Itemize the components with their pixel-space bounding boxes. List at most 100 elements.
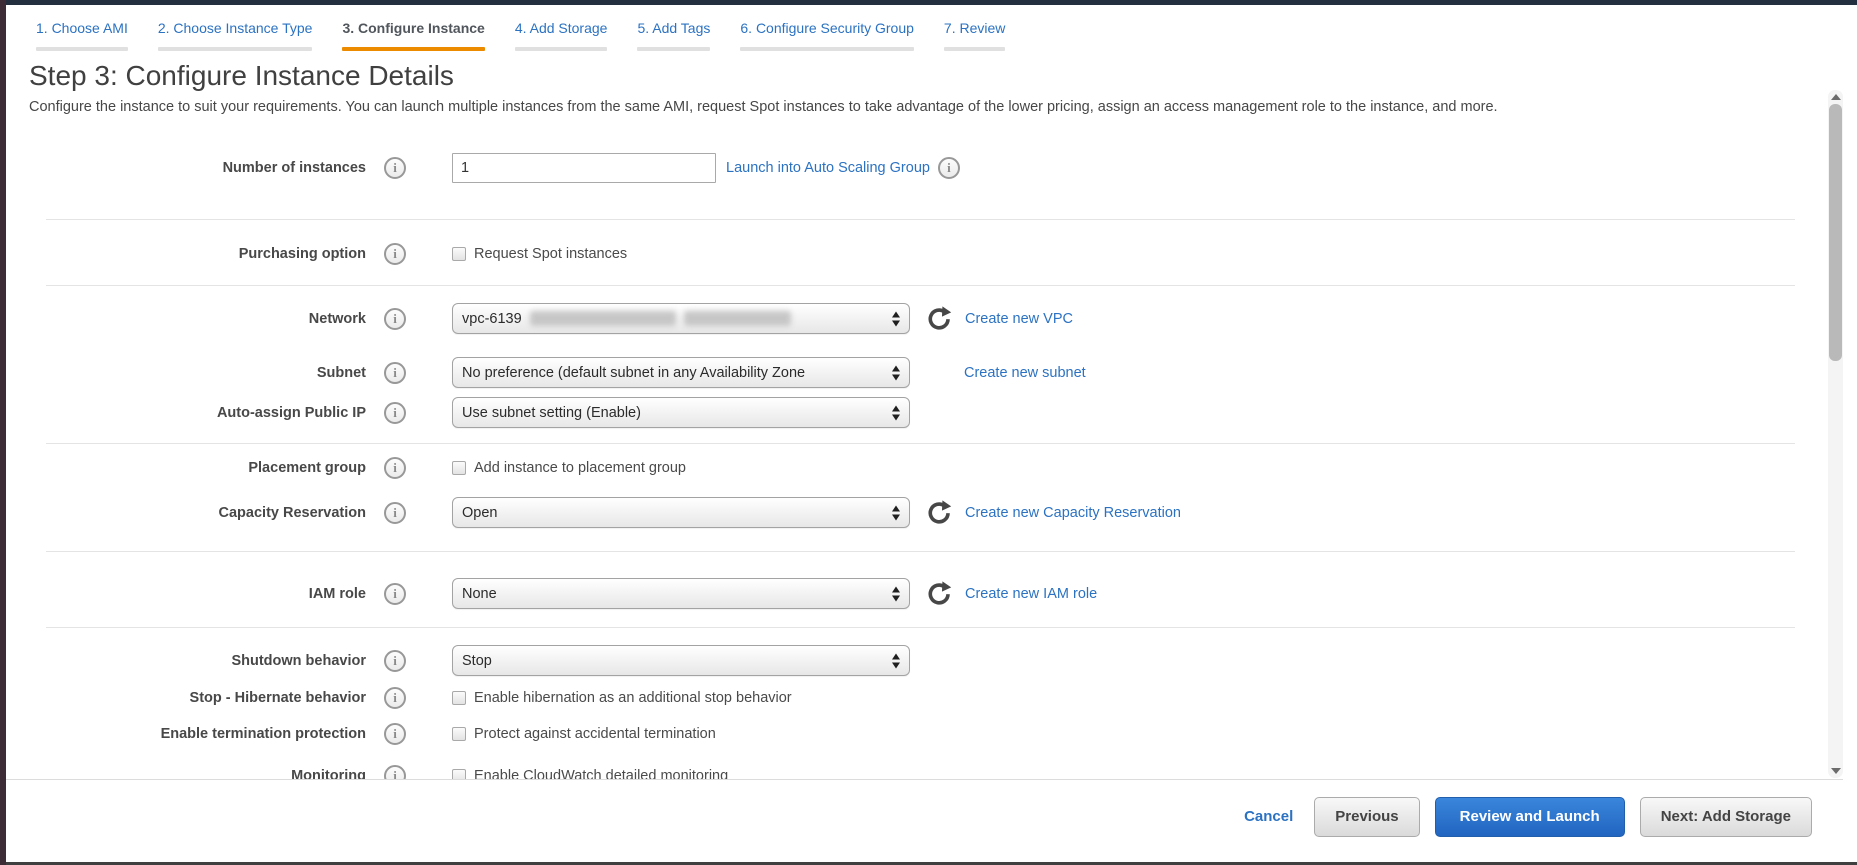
scrollbar-thumb[interactable] [1829,104,1842,361]
next-add-storage-button[interactable]: Next: Add Storage [1640,797,1812,837]
launch-into-auto-scaling-group-link[interactable]: Launch into Auto Scaling Group [726,160,930,176]
subnet-select-value: No preference (default subnet in any Ava… [462,365,805,381]
row-iam-role: IAM role i None Create new IAM role [30,578,1803,609]
scroll-down-icon[interactable] [1831,768,1841,774]
tab-label: 5. Add Tags [637,20,710,36]
row-placement-group: Placement group i Add instance to placem… [30,457,1803,479]
create-new-iam-role-link[interactable]: Create new IAM role [965,586,1097,602]
tab-underline-active [342,47,484,51]
row-subnet: Subnet i No preference (default subnet i… [30,357,1803,388]
create-new-capacity-reservation-link[interactable]: Create new Capacity Reservation [965,505,1181,521]
refresh-icon[interactable] [926,305,953,332]
auto-assign-public-ip-value: Use subnet setting (Enable) [462,405,641,421]
refresh-icon[interactable] [926,499,953,526]
tab-choose-ami[interactable]: 1. Choose AMI [36,20,128,51]
review-and-launch-button[interactable]: Review and Launch [1435,797,1625,837]
row-capacity-reservation: Capacity Reservation i Open Create new C… [30,497,1803,528]
tab-underline [515,47,608,51]
network-label: Network [30,311,366,327]
scroll-up-icon[interactable] [1831,94,1841,100]
previous-button[interactable]: Previous [1314,797,1419,837]
subnet-label: Subnet [30,365,366,381]
tab-underline [158,47,313,51]
request-spot-instances-checkbox[interactable] [452,247,466,261]
tab-label: 4. Add Storage [515,20,608,36]
info-glyph: i [393,768,397,780]
separator [46,551,1795,552]
shutdown-behavior-select[interactable]: Stop [452,645,910,676]
cancel-link[interactable]: Cancel [1244,808,1293,825]
shutdown-behavior-label: Shutdown behavior [30,653,366,669]
tab-add-tags[interactable]: 5. Add Tags [637,20,710,51]
subnet-select[interactable]: No preference (default subnet in any Ava… [452,357,910,388]
info-icon[interactable]: i [384,583,406,605]
tab-configure-instance[interactable]: 3. Configure Instance [342,20,484,51]
window-left-edge [0,0,6,865]
auto-assign-public-ip-select[interactable]: Use subnet setting (Enable) [452,397,910,428]
redacted-text [530,311,676,326]
tab-add-storage[interactable]: 4. Add Storage [515,20,608,51]
shutdown-behavior-value: Stop [462,653,492,669]
select-arrows-icon [892,586,900,601]
create-new-vpc-link[interactable]: Create new VPC [965,311,1073,327]
select-arrows-icon [892,405,900,420]
tab-label: 6. Configure Security Group [740,20,914,36]
protect-termination-checkbox[interactable] [452,727,466,741]
info-icon[interactable]: i [384,457,406,479]
select-arrows-icon [892,505,900,520]
number-of-instances-label: Number of instances [30,160,366,176]
tab-review[interactable]: 7. Review [944,20,1005,51]
vertical-scrollbar[interactable] [1828,90,1843,778]
network-select[interactable]: vpc-6139 [452,303,910,334]
enable-hibernation-checkbox[interactable] [452,691,466,705]
refresh-icon[interactable] [926,580,953,607]
separator [46,219,1795,220]
page-description: Configure the instance to suit your requ… [29,95,1539,120]
iam-role-select[interactable]: None [452,578,910,609]
separator [46,285,1795,286]
capacity-reservation-value: Open [462,505,497,521]
tab-underline [637,47,710,51]
select-arrows-icon [892,311,900,326]
info-icon[interactable]: i [384,157,406,179]
info-icon[interactable]: i [384,502,406,524]
wizard-footer: Cancel Previous Review and Launch Next: … [6,781,1857,862]
capacity-reservation-select[interactable]: Open [452,497,910,528]
request-spot-instances-label: Request Spot instances [474,246,627,262]
info-icon[interactable]: i [384,362,406,384]
stop-hibernate-behavior-label: Stop - Hibernate behavior [30,690,366,706]
row-purchasing-option: Purchasing option i Request Spot instanc… [30,243,1803,265]
info-glyph: i [393,311,397,327]
row-termination-protection: Enable termination protection i Protect … [30,723,1803,745]
info-glyph: i [393,586,397,602]
info-icon[interactable]: i [938,157,960,179]
row-monitoring: Monitoring i Enable CloudWatch detailed … [30,765,1803,780]
info-icon[interactable]: i [384,402,406,424]
configure-instance-form: Number of instances i Launch into Auto S… [6,150,1843,780]
tab-label: 7. Review [944,20,1005,36]
add-instance-to-placement-group-checkbox[interactable] [452,461,466,475]
info-glyph: i [947,160,951,176]
info-icon[interactable]: i [384,765,406,780]
protect-termination-label: Protect against accidental termination [474,726,716,742]
page-title: Step 3: Configure Instance Details [29,60,454,92]
info-icon[interactable]: i [384,308,406,330]
create-new-subnet-link[interactable]: Create new subnet [964,365,1086,381]
network-select-value: vpc-6139 [462,311,522,327]
termination-protection-label: Enable termination protection [30,726,366,742]
enable-cloudwatch-monitoring-checkbox[interactable] [452,769,466,780]
tab-configure-security-group[interactable]: 6. Configure Security Group [740,20,914,51]
tab-label: 2. Choose Instance Type [158,20,313,36]
info-icon[interactable]: i [384,650,406,672]
row-shutdown-behavior: Shutdown behavior i Stop [30,645,1803,676]
number-of-instances-input[interactable] [452,153,716,183]
separator [46,443,1795,444]
tab-choose-instance-type[interactable]: 2. Choose Instance Type [158,20,313,51]
info-icon[interactable]: i [384,243,406,265]
redacted-text [684,311,791,326]
info-icon[interactable]: i [384,687,406,709]
info-glyph: i [393,405,397,421]
iam-role-value: None [462,586,497,602]
info-glyph: i [393,726,397,742]
info-icon[interactable]: i [384,723,406,745]
